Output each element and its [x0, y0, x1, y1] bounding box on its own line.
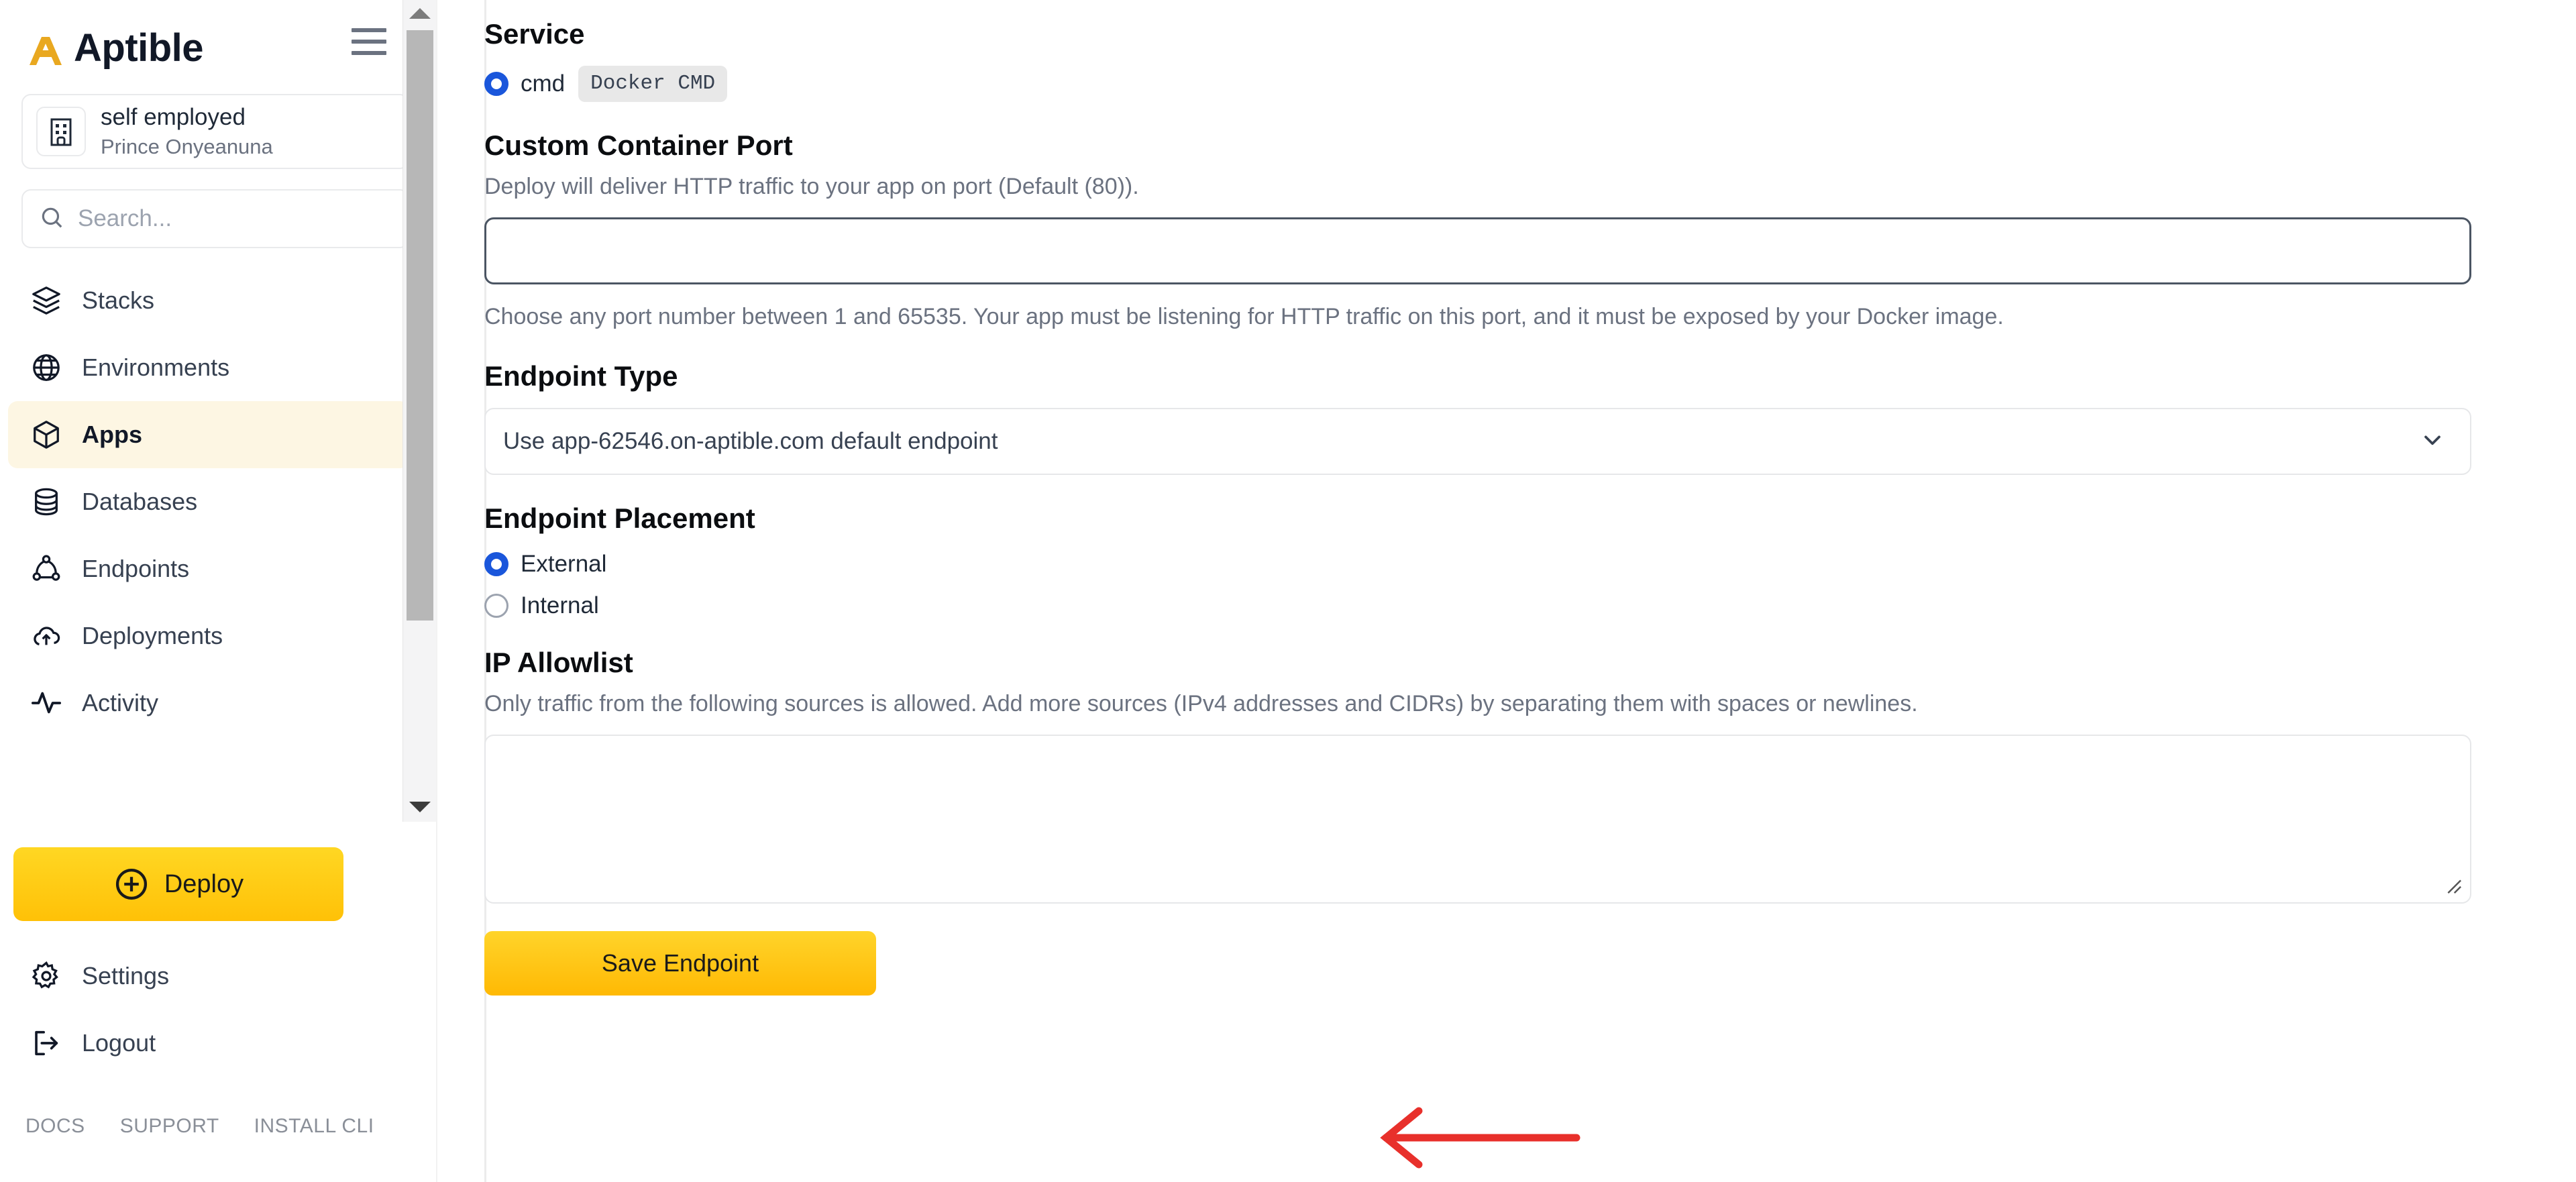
sidebar-item-endpoints[interactable]: Endpoints: [8, 535, 409, 602]
scrollbar-thumb[interactable]: [407, 30, 433, 621]
endpoint-type-select[interactable]: Use app-62546.on-aptible.com default end…: [484, 408, 2471, 476]
ip-allowlist-wrap: [484, 720, 2471, 907]
service-cmd-label: cmd: [521, 70, 566, 97]
secondary-navigation: Settings Logout: [0, 943, 436, 1077]
cloud-upload-icon: [27, 621, 66, 651]
custom-container-port-title: Custom Container Port: [484, 129, 793, 161]
deploy-button[interactable]: Deploy: [13, 847, 343, 921]
app-root: Aptible self employed Prince Onyeanuna S…: [0, 0, 2576, 1182]
primary-navigation: Stacks Environments Apps Databases Endpo…: [0, 267, 436, 737]
ip-allowlist-title: IP Allowlist: [484, 646, 633, 678]
sidebar-item-settings[interactable]: Settings: [8, 943, 409, 1010]
service-cmd-radio[interactable]: [484, 71, 508, 96]
service-section-title: Service: [484, 18, 585, 50]
globe-icon: [27, 352, 66, 383]
endpoint-placement-title: Endpoint Placement: [484, 502, 755, 535]
sidebar-footer-links: DOCS SUPPORT INSTALL CLI: [0, 1115, 436, 1138]
sidebar-item-label: Stacks: [82, 286, 155, 314]
ip-allowlist-description: Only traffic from the following sources …: [484, 690, 1918, 716]
organization-name: self employed: [101, 103, 246, 130]
endpoint-type-title: Endpoint Type: [484, 360, 678, 392]
custom-container-port-description: Deploy will deliver HTTP traffic to your…: [484, 173, 1139, 199]
footer-link-docs[interactable]: DOCS: [25, 1115, 85, 1138]
sidebar-item-deployments[interactable]: Deployments: [8, 602, 409, 669]
organization-user: Prince Onyeanuna: [101, 134, 273, 158]
brand-row: Aptible: [0, 0, 436, 70]
organization-card[interactable]: self employed Prince Onyeanuna: [21, 94, 409, 169]
sidebar-item-environments[interactable]: Environments: [8, 334, 409, 401]
sidebar-item-stacks[interactable]: Stacks: [8, 267, 409, 334]
docker-cmd-badge: Docker CMD: [578, 66, 728, 102]
plus-circle-icon: [113, 866, 150, 902]
sidebar-item-label: Activity: [82, 689, 159, 716]
custom-container-port-hint: Choose any port number between 1 and 655…: [484, 303, 2004, 329]
save-endpoint-button[interactable]: Save Endpoint: [484, 930, 876, 996]
sidebar-item-label: Environments: [82, 354, 230, 381]
sidebar-item-logout[interactable]: Logout: [8, 1010, 409, 1077]
endpoint-placement-internal-radio[interactable]: [484, 593, 508, 618]
building-icon: [36, 107, 86, 156]
custom-container-port-input[interactable]: [484, 217, 2471, 284]
logout-icon: [27, 1028, 66, 1059]
sidebar: Aptible self employed Prince Onyeanuna S…: [0, 0, 436, 1182]
database-icon: [27, 486, 66, 517]
endpoint-placement-internal-row[interactable]: Internal: [484, 592, 2477, 619]
footer-link-install-cli[interactable]: INSTALL CLI: [254, 1115, 374, 1138]
scroll-down-arrow-icon[interactable]: [409, 802, 431, 812]
sidebar-item-apps[interactable]: Apps: [8, 401, 409, 468]
search-placeholder: Search...: [78, 205, 172, 231]
sidebar-item-label: Logout: [82, 1029, 156, 1057]
service-option-row[interactable]: cmd Docker CMD: [484, 66, 2477, 102]
endpoints-nodes-icon: [27, 553, 66, 584]
sidebar-item-activity[interactable]: Activity: [8, 669, 409, 737]
sidebar-scrollbar[interactable]: [402, 0, 436, 822]
main-content: Service cmd Docker CMD Custom Container …: [436, 0, 2576, 1182]
sidebar-item-label: Settings: [82, 962, 170, 989]
endpoint-settings-form: Service cmd Docker CMD Custom Container …: [484, 0, 2477, 996]
endpoint-placement-external-radio[interactable]: [484, 551, 508, 576]
endpoint-placement-internal-label: Internal: [521, 592, 599, 619]
chevron-down-icon[interactable]: [2419, 427, 2446, 457]
activity-pulse-icon: [27, 688, 66, 718]
sidebar-item-databases[interactable]: Databases: [8, 468, 409, 535]
search-input[interactable]: Search...: [21, 189, 409, 248]
search-icon: [39, 205, 64, 233]
sidebar-item-label: Deployments: [82, 622, 223, 649]
aptible-logo-icon: [25, 30, 67, 66]
deploy-button-label: Deploy: [164, 869, 244, 898]
footer-link-support[interactable]: SUPPORT: [120, 1115, 219, 1138]
endpoint-type-selected-value: Use app-62546.on-aptible.com default end…: [503, 428, 998, 455]
ip-allowlist-textarea[interactable]: [484, 734, 2471, 904]
sidebar-item-label: Endpoints: [82, 555, 190, 582]
endpoint-placement-external-row[interactable]: External: [484, 551, 2477, 578]
cube-icon: [27, 419, 66, 450]
organization-meta: self employed Prince Onyeanuna: [101, 103, 273, 160]
sidebar-item-label: Apps: [82, 421, 142, 448]
brand-name: Aptible: [74, 25, 204, 70]
hamburger-menu-icon[interactable]: [352, 28, 386, 55]
left-arrow-annotation-icon: [1362, 1097, 1583, 1181]
layers-icon: [27, 285, 66, 316]
endpoint-placement-external-label: External: [521, 550, 607, 577]
endpoint-type-select-wrap: Use app-62546.on-aptible.com default end…: [484, 408, 2471, 476]
sidebar-item-label: Databases: [82, 488, 198, 515]
gear-icon: [27, 961, 66, 991]
scroll-up-arrow-icon[interactable]: [409, 8, 431, 19]
